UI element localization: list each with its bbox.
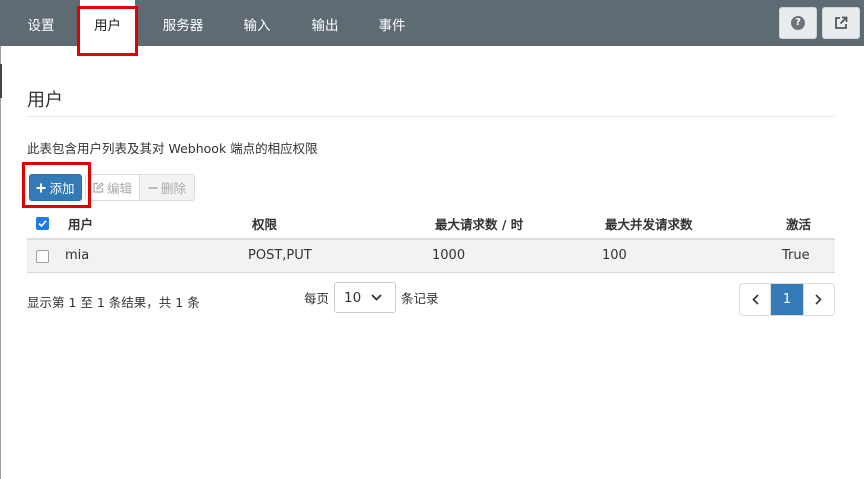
table-row[interactable] (27, 240, 835, 273)
column-header-user[interactable]: 用户 (68, 214, 93, 233)
top-navbar: 设置 用户 服务器 输入 输出 事件 ? (0, 0, 864, 46)
per-page-suffix: 条记录 (401, 291, 439, 306)
column-header-permissions[interactable]: 权限 (252, 214, 277, 233)
row-checkbox[interactable] (36, 250, 49, 263)
page-description: 此表包含用户列表及其对 Webhook 端点的相应权限 (27, 141, 318, 156)
per-page-prefix: 每页 (304, 291, 330, 306)
prev-page-button[interactable] (740, 284, 772, 315)
edit-button[interactable]: 编辑 (85, 174, 139, 201)
column-header-max-concurrent[interactable]: 最大并发请求数 (605, 214, 693, 233)
pagination: 1 (739, 283, 835, 316)
select-all-checkbox[interactable] (36, 217, 49, 230)
left-border (0, 46, 1, 479)
nav-input[interactable]: 输入 (232, 0, 282, 46)
cell-max-requests: 1000 (432, 248, 466, 263)
title-divider (27, 116, 835, 117)
add-button[interactable]: 添加 (29, 174, 82, 201)
plus-icon (36, 183, 46, 192)
edit-icon (93, 182, 104, 193)
delete-button-label: 删除 (160, 181, 186, 196)
help-icon: ? (791, 16, 805, 30)
add-button-label: 添加 (49, 181, 75, 196)
cell-permissions: POST,PUT (248, 248, 312, 263)
column-header-active[interactable]: 激活 (786, 214, 811, 233)
chevron-right-icon (815, 294, 822, 305)
check-icon (38, 220, 47, 228)
left-border-accent (0, 64, 2, 98)
next-page-button[interactable] (802, 284, 834, 315)
nav-settings[interactable]: 设置 (14, 0, 68, 46)
nav-users[interactable]: 用户 (80, 0, 135, 46)
chevron-down-icon (371, 294, 382, 301)
nav-servers[interactable]: 服务器 (152, 0, 214, 46)
per-page-value: 10 (344, 289, 362, 306)
column-header-max-requests[interactable]: 最大请求数 / 时 (435, 214, 523, 233)
external-link-icon (835, 16, 848, 29)
nav-output[interactable]: 输出 (300, 0, 350, 46)
minus-icon (148, 186, 158, 189)
page-title: 用户 (27, 90, 63, 111)
cell-max-concurrent: 100 (602, 248, 627, 263)
cell-user: mia (65, 248, 90, 263)
page-1-button[interactable]: 1 (771, 284, 803, 315)
edit-button-label: 编辑 (106, 181, 132, 196)
chevron-left-icon (752, 294, 759, 305)
nav-events[interactable]: 事件 (367, 0, 417, 46)
pagination-summary: 显示第 1 至 1 条结果，共 1 条 (27, 295, 200, 310)
delete-button[interactable]: 删除 (139, 174, 195, 201)
per-page-select[interactable]: 10 (334, 282, 396, 313)
external-link-button[interactable] (822, 7, 860, 39)
help-button[interactable]: ? (779, 7, 817, 39)
cell-active: True (782, 248, 810, 263)
